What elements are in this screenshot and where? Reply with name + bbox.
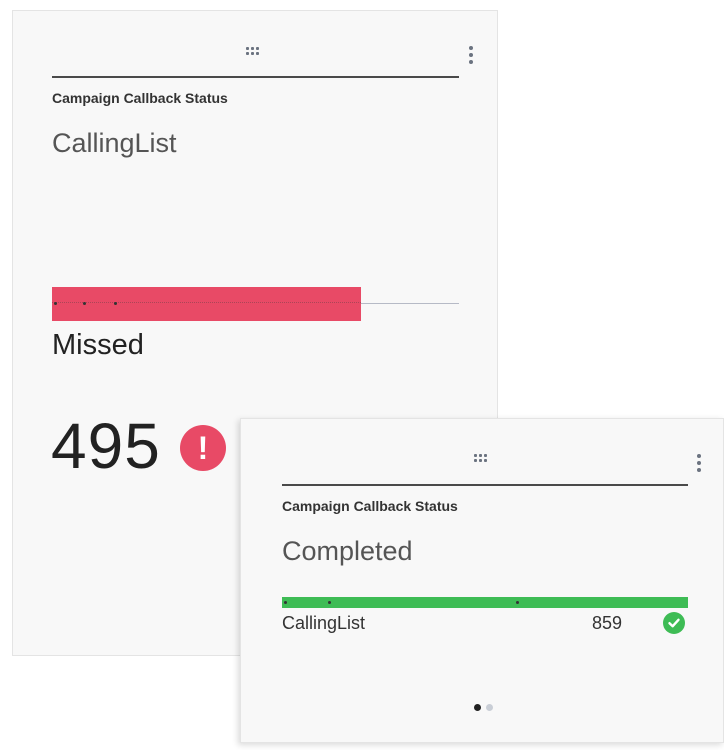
bar-marker xyxy=(516,601,519,604)
status-label: Missed xyxy=(52,329,144,361)
bar-gridline xyxy=(52,302,361,304)
drag-handle-icon[interactable] xyxy=(246,47,259,55)
missed-progress-bar xyxy=(52,287,361,321)
widget-subtitle: CallingList xyxy=(52,128,177,158)
drag-handle-icon[interactable] xyxy=(474,454,487,462)
pagination-dot[interactable] xyxy=(474,704,481,711)
bar-marker xyxy=(83,302,86,305)
bar-marker xyxy=(328,601,331,604)
carousel-pagination xyxy=(474,704,493,711)
check-circle-icon xyxy=(663,612,685,634)
list-row-count: 859 xyxy=(592,613,623,633)
header-divider xyxy=(52,76,459,78)
more-options-icon[interactable] xyxy=(694,454,704,472)
missed-count: 495 xyxy=(51,410,161,482)
bar-marker xyxy=(284,601,287,604)
header-divider xyxy=(282,484,688,486)
callback-status-widget-completed: Campaign Callback Status Completed Calli… xyxy=(240,418,724,743)
widget-subtitle: Completed xyxy=(282,536,413,566)
exclamation-circle-icon: ! xyxy=(180,425,226,471)
bar-marker xyxy=(114,302,117,305)
pagination-dot[interactable] xyxy=(486,704,493,711)
completed-progress-bar xyxy=(282,597,688,608)
bar-marker xyxy=(54,302,57,305)
widget-title: Campaign Callback Status xyxy=(52,90,228,106)
widget-title: Campaign Callback Status xyxy=(282,498,458,514)
more-options-icon[interactable] xyxy=(466,46,476,64)
list-row-label: CallingList xyxy=(282,613,366,633)
